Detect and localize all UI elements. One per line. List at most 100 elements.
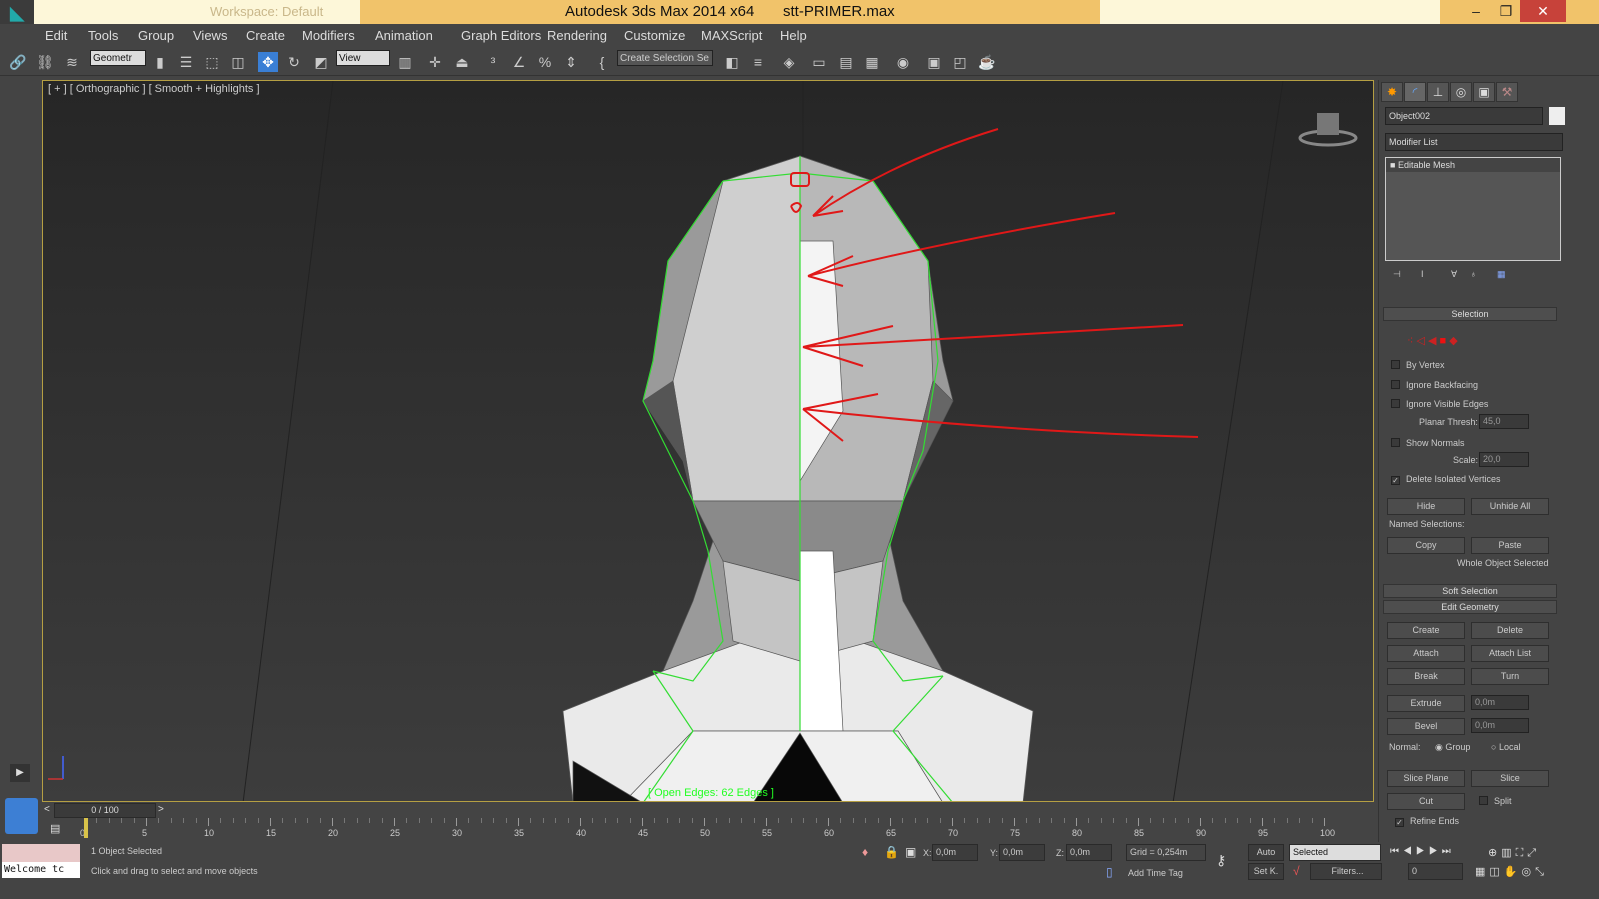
- key-filters-button[interactable]: Filters...: [1310, 863, 1382, 880]
- spinner-snap-icon[interactable]: ⇕: [561, 52, 581, 72]
- rollout-selection[interactable]: Selection: [1383, 307, 1557, 321]
- key-filter-dropdown[interactable]: Selected: [1289, 844, 1381, 861]
- cut-button[interactable]: Cut: [1387, 793, 1465, 810]
- welcome-field[interactable]: Welcome tc: [2, 862, 80, 878]
- object-color-swatch[interactable]: [1549, 107, 1565, 125]
- delete-button[interactable]: Delete: [1471, 622, 1549, 639]
- menu-help[interactable]: Help: [780, 28, 807, 43]
- app-menu-button[interactable]: ◣: [0, 0, 34, 26]
- rotate-icon[interactable]: ↻: [284, 52, 304, 72]
- group-radio[interactable]: ◉ Group: [1435, 742, 1470, 753]
- next-frame-icon[interactable]: >: [158, 804, 164, 815]
- y-coordinate-field[interactable]: 0,0m: [999, 844, 1045, 861]
- hide-button[interactable]: Hide: [1387, 498, 1465, 515]
- viewport-navigation-controls-2[interactable]: ▦◫✋◎⤡: [1475, 865, 1548, 879]
- motion-tab-icon[interactable]: ◎: [1450, 82, 1472, 102]
- add-time-tag[interactable]: Add Time Tag: [1128, 868, 1183, 878]
- ignore-backfacing-checkbox[interactable]: Ignore Backfacing: [1391, 380, 1478, 390]
- reference-coordinate-dropdown[interactable]: View: [336, 50, 390, 66]
- break-button[interactable]: Break: [1387, 668, 1465, 685]
- by-vertex-checkbox[interactable]: By Vertex: [1391, 360, 1445, 370]
- isolate-icon[interactable]: ♦: [862, 845, 868, 859]
- minimize-button[interactable]: –: [1460, 0, 1492, 22]
- rendered-frame-icon[interactable]: ◰: [950, 52, 970, 72]
- menu-graph-editors[interactable]: Graph Editors: [461, 28, 541, 43]
- hierarchy-tab-icon[interactable]: ⊥: [1427, 82, 1449, 102]
- local-radio[interactable]: ○ Local: [1491, 742, 1520, 752]
- close-button[interactable]: ✕: [1520, 0, 1566, 22]
- playback-controls[interactable]: ⏮◀▶▶⏭: [1390, 846, 1455, 857]
- menu-tools[interactable]: Tools: [88, 28, 118, 43]
- attach-button[interactable]: Attach: [1387, 645, 1465, 662]
- subobject-icons[interactable]: ⁖ ◁ ◀ ■ ◆: [1407, 334, 1458, 347]
- planar-thresh-spinner[interactable]: 45,0: [1479, 414, 1529, 429]
- attach-list-button[interactable]: Attach List: [1471, 645, 1549, 662]
- viewport-layout-button[interactable]: [5, 798, 38, 834]
- z-coordinate-field[interactable]: 0,0m: [1066, 844, 1112, 861]
- create-button[interactable]: Create: [1387, 622, 1465, 639]
- maxscript-listener-mini[interactable]: [2, 844, 80, 862]
- curve-editor-icon[interactable]: ▤: [836, 52, 856, 72]
- absolute-mode-icon[interactable]: ▣: [905, 845, 916, 859]
- bevel-button[interactable]: Bevel: [1387, 718, 1465, 735]
- ignore-visible-edges-checkbox[interactable]: Ignore Visible Edges: [1391, 399, 1488, 409]
- modify-tab-icon[interactable]: ◜: [1404, 82, 1426, 102]
- viewport-orthographic[interactable]: [ + ] [ Orthographic ] [ Smooth + Highli…: [42, 80, 1374, 802]
- extrude-button[interactable]: Extrude: [1387, 695, 1465, 712]
- render-production-icon[interactable]: ☕: [977, 52, 997, 72]
- object-name-field[interactable]: Object002: [1385, 107, 1543, 125]
- stack-item-editable-mesh[interactable]: ■ Editable Mesh: [1386, 158, 1560, 172]
- extrude-spinner[interactable]: 0,0m: [1471, 695, 1529, 710]
- pivot-center-icon[interactable]: ▥: [395, 52, 415, 72]
- menu-rendering[interactable]: Rendering: [547, 28, 607, 43]
- split-checkbox[interactable]: Split: [1479, 796, 1512, 806]
- current-frame-marker[interactable]: [84, 818, 88, 838]
- turn-button[interactable]: Turn: [1471, 668, 1549, 685]
- time-tag-icon[interactable]: ▯: [1106, 865, 1113, 879]
- time-slider[interactable]: 0 / 100: [54, 803, 156, 818]
- normal-scale-spinner[interactable]: 20,0: [1479, 452, 1529, 467]
- bind-space-warp-icon[interactable]: ≋: [62, 52, 82, 72]
- scale-icon[interactable]: ◩: [311, 52, 331, 72]
- menu-edit[interactable]: Edit: [45, 28, 67, 43]
- time-slider-track[interactable]: < 0 / 100 >: [42, 803, 1374, 818]
- show-normals-checkbox[interactable]: Show Normals: [1391, 438, 1465, 448]
- menu-group[interactable]: Group: [138, 28, 174, 43]
- snap-toggle-icon[interactable]: ³: [483, 52, 503, 72]
- default-tangent-icon[interactable]: √: [1293, 864, 1300, 878]
- viewport-navigation-controls[interactable]: ⊕▥⛶⤢: [1488, 846, 1540, 860]
- display-tab-icon[interactable]: ▣: [1473, 82, 1495, 102]
- select-move-icon[interactable]: ✥: [258, 52, 278, 72]
- menu-animation[interactable]: Animation: [375, 28, 433, 43]
- maximize-button[interactable]: ❐: [1490, 0, 1522, 22]
- slice-button[interactable]: Slice: [1471, 770, 1549, 787]
- configure-sets-icon[interactable]: ▦: [1497, 269, 1506, 280]
- play-icon[interactable]: ▶: [10, 764, 30, 782]
- make-unique-icon[interactable]: ∀: [1451, 269, 1457, 280]
- show-end-result-icon[interactable]: I: [1421, 269, 1424, 279]
- delete-isolated-vertices-checkbox[interactable]: ✓ Delete Isolated Vertices: [1391, 474, 1501, 485]
- rollout-soft-selection[interactable]: Soft Selection: [1383, 584, 1557, 598]
- refine-ends-checkbox[interactable]: ✓ Refine Ends: [1395, 816, 1459, 827]
- slice-plane-button[interactable]: Slice Plane: [1387, 770, 1465, 787]
- copy-button[interactable]: Copy: [1387, 537, 1465, 554]
- window-crossing-icon[interactable]: ◫: [228, 52, 248, 72]
- menu-create[interactable]: Create: [246, 28, 285, 43]
- remove-modifier-icon[interactable]: ♁: [1470, 269, 1477, 279]
- paste-button[interactable]: Paste: [1471, 537, 1549, 554]
- prev-frame-icon[interactable]: <: [44, 804, 50, 815]
- select-by-name-icon[interactable]: ☰: [176, 52, 196, 72]
- material-editor-icon[interactable]: ◉: [893, 52, 913, 72]
- track-bar[interactable]: 0 5 10 15 20 25 30 35 40 45 50 55 60 65 70 75 80 85 90 95 10…: [80, 818, 1335, 842]
- set-key-icon[interactable]: ⚷: [1216, 852, 1226, 869]
- named-selection-dropdown[interactable]: Create Selection Se: [617, 50, 713, 66]
- select-object-icon[interactable]: ▮: [150, 52, 170, 72]
- menu-customize[interactable]: Customize: [624, 28, 685, 43]
- percent-snap-icon[interactable]: %: [535, 52, 555, 72]
- schematic-view-icon[interactable]: ▦: [862, 52, 882, 72]
- align-icon[interactable]: ≡: [748, 52, 768, 72]
- workspace-selector[interactable]: Workspace: Default: [210, 4, 323, 19]
- selection-lock-icon[interactable]: 🔒: [884, 845, 899, 859]
- menu-views[interactable]: Views: [193, 28, 227, 43]
- unhide-all-button[interactable]: Unhide All: [1471, 498, 1549, 515]
